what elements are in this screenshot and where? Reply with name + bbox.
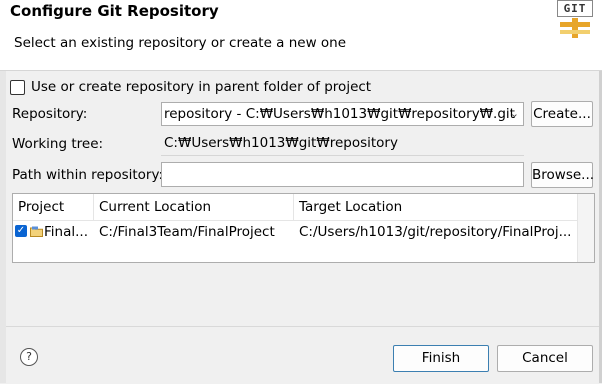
cancel-button[interactable]: Cancel <box>497 345 593 372</box>
table-header: Project Current Location Target Location <box>13 194 578 221</box>
dialog-title: Configure Git Repository <box>10 2 219 20</box>
table-row[interactable]: ✓ Final... C:/Final3Team/FinalProject C:… <box>13 220 578 244</box>
git-logo-text: GIT <box>557 0 593 17</box>
table-vertical-scrollbar[interactable] <box>577 194 594 262</box>
target-location-cell: C:/Users/h1013/git/repository/FinalProj.… <box>299 224 572 240</box>
row-checkbox[interactable]: ✓ <box>15 225 27 237</box>
help-icon[interactable]: ? <box>20 348 38 366</box>
use-parent-folder-option[interactable]: Use or create repository in parent folde… <box>10 78 371 96</box>
current-location-cell: C:/Final3Team/FinalProject <box>99 224 275 240</box>
dialog-content: Use or create repository in parent folde… <box>6 71 599 326</box>
project-name: Final... <box>44 224 88 240</box>
finish-button[interactable]: Finish <box>393 345 489 372</box>
repository-label: Repository: <box>12 106 88 122</box>
use-parent-folder-checkbox[interactable] <box>10 79 25 95</box>
create-repository-button[interactable]: Create... <box>531 101 593 127</box>
dialog-subtitle: Select an existing repository or create … <box>14 35 347 51</box>
column-header-current-location[interactable]: Current Location <box>94 194 294 220</box>
project-folder-icon <box>30 226 43 237</box>
working-tree-value: C:₩Users₩h1013₩git₩repository <box>161 132 524 156</box>
repository-combo-value: repository - C:₩Users₩h1013₩git₩reposito… <box>164 106 515 122</box>
path-within-repository-input[interactable] <box>161 162 524 187</box>
path-within-repository-label: Path within repository: <box>12 167 164 183</box>
column-header-project[interactable]: Project <box>13 194 94 220</box>
use-parent-folder-label: Use or create repository in parent folde… <box>31 79 372 95</box>
column-header-target-location[interactable]: Target Location <box>294 194 578 220</box>
repository-combo[interactable]: repository - C:₩Users₩h1013₩git₩reposito… <box>161 102 524 126</box>
dialog-footer: ? Finish Cancel <box>6 326 599 384</box>
project-location-table[interactable]: Project Current Location Target Location… <box>12 193 595 263</box>
chevron-down-icon[interactable]: ⌄ <box>510 103 519 125</box>
project-cell: ✓ Final... <box>13 220 94 244</box>
git-logo-graphic <box>560 18 590 38</box>
dialog-header: Configure Git Repository Select an exist… <box>0 0 602 71</box>
git-logo-icon: GIT <box>556 0 594 40</box>
working-tree-label: Working tree: <box>12 136 104 152</box>
browse-button[interactable]: Browse... <box>531 162 594 188</box>
